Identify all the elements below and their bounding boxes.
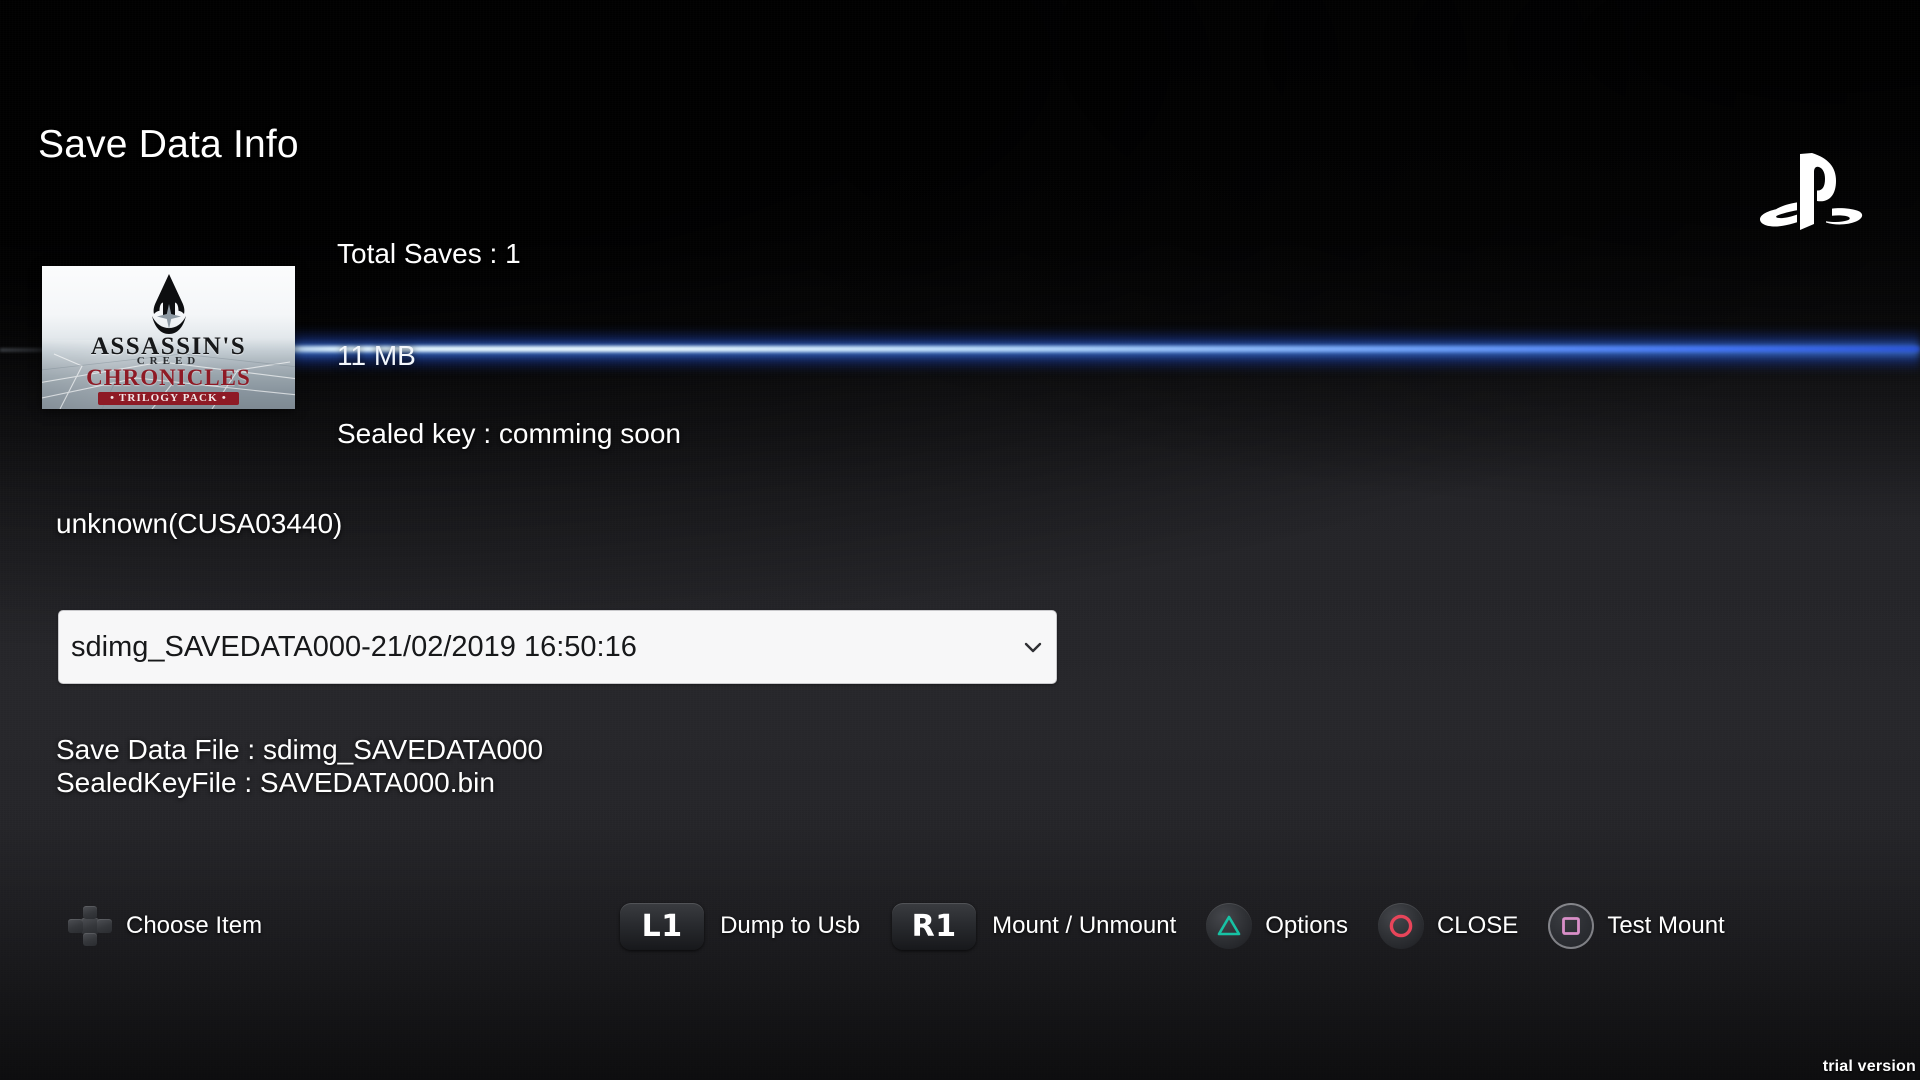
hint-test-mount[interactable]: Test Mount — [1548, 893, 1725, 959]
save-size-label: 11 MB — [337, 340, 416, 371]
hint-label-choose-item: Choose Item — [126, 912, 263, 939]
hint-label-options: Options — [1265, 912, 1348, 939]
hint-mount-unmount[interactable]: R1 Mount / Unmount — [892, 893, 1176, 959]
sealed-key-file-label: SealedKeyFile : SAVEDATA000.bin — [56, 767, 495, 799]
cover-emblem-wrap — [42, 272, 295, 338]
file-info-block: Save Data File : sdimg_SAVEDATA000 Seale… — [56, 733, 543, 799]
hint-choose-item[interactable]: Choose Item — [68, 893, 262, 959]
dpad-icon — [68, 906, 112, 946]
hint-label-test-mount: Test Mount — [1607, 912, 1725, 939]
circle-button-icon — [1377, 903, 1424, 949]
page-title: Save Data Info — [38, 123, 299, 166]
hint-options[interactable]: Options — [1206, 893, 1348, 959]
sealed-key-label: Sealed key : comming soon — [337, 418, 681, 449]
save-file-select[interactable]: sdimg_SAVEDATA000-21/02/2019 16:50:16 — [58, 610, 1057, 684]
hint-dump-to-usb[interactable]: L1 Dump to Usb — [620, 893, 860, 959]
l1-button-icon: L1 — [620, 902, 705, 950]
save-data-info-screen: Save Data Info ASSASSIN'S CREED CHRONICL… — [0, 0, 1920, 1080]
hint-label-close: CLOSE — [1436, 912, 1519, 939]
square-button-icon — [1548, 903, 1595, 949]
title-id-label: unknown(CUSA03440) — [56, 508, 343, 539]
cover-badge-trilogy-pack: • TRILOGY PACK • — [98, 392, 239, 405]
total-saves-label: Total Saves : 1 — [337, 238, 521, 269]
cover-title-block: ASSASSIN'S CREED CHRONICLES • TRILOGY PA… — [42, 334, 295, 405]
playstation-logo-icon — [1756, 146, 1868, 238]
hint-close[interactable]: CLOSE — [1377, 893, 1519, 959]
triangle-button-icon — [1206, 903, 1253, 949]
trial-version-watermark: trial version — [1822, 1058, 1916, 1075]
button-hint-bar: Choose Item L1 Dump to Usb R1 Mount / Un… — [0, 893, 1920, 959]
cover-title-chronicles: CHRONICLES — [86, 365, 251, 390]
save-data-file-label: Save Data File : sdimg_SAVEDATA000 — [56, 734, 544, 765]
assassins-creed-emblem-icon — [151, 274, 186, 334]
hint-label-mount-unmount: Mount / Unmount — [992, 912, 1177, 939]
save-file-select-value: sdimg_SAVEDATA000-21/02/2019 16:50:16 — [71, 630, 637, 663]
r1-button-icon: R1 — [892, 902, 977, 950]
chevron-down-icon — [1010, 636, 1056, 658]
game-cover-art: ASSASSIN'S CREED CHRONICLES • TRILOGY PA… — [42, 266, 295, 409]
hint-label-dump-to-usb: Dump to Usb — [720, 912, 861, 939]
